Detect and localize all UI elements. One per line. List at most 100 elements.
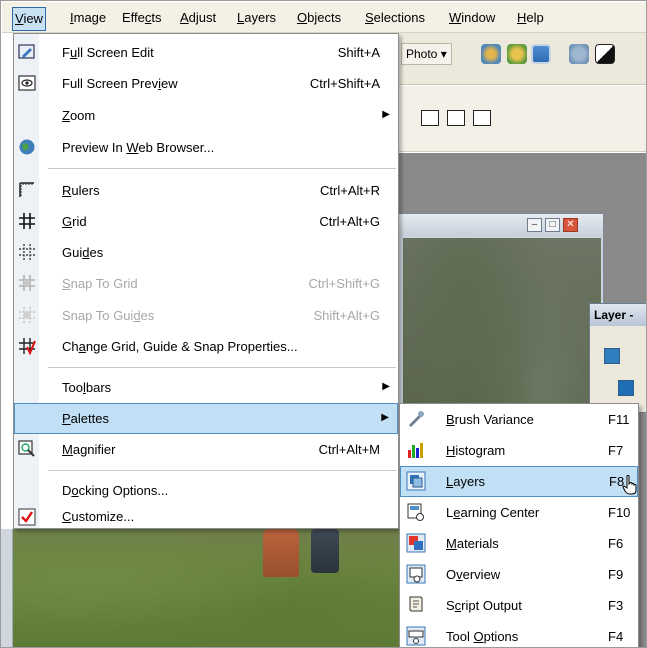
new-layer-icon[interactable] <box>604 348 620 364</box>
menu-window-mnemonic: W <box>449 10 462 25</box>
layer-palette-title[interactable]: Layer - <box>590 304 646 326</box>
submenu-item-overview[interactable]: Overview F9 <box>400 559 638 590</box>
menu-effects[interactable]: Effects <box>120 8 164 30</box>
menu-item-snap-to-guides[interactable]: Snap To Guides Shift+Alt+G <box>14 300 398 331</box>
contrast-icon[interactable] <box>595 44 615 64</box>
menu-window[interactable]: Window <box>447 8 497 30</box>
tool-options-bar <box>399 86 646 152</box>
menu-item-full-screen-edit[interactable]: Full Screen Edit Shift+A <box>14 37 398 68</box>
actual-size-icon[interactable] <box>473 110 491 126</box>
mnemonic-letter: S <box>62 276 71 291</box>
fit-window-icon[interactable] <box>421 110 439 126</box>
menu-item-palettes[interactable]: Palettes ▶ <box>14 403 398 434</box>
submenu-item-brush-variance[interactable]: Brush Variance F11 <box>400 404 638 435</box>
layer-thumbnail-icon[interactable] <box>618 380 634 396</box>
menu-selections[interactable]: Selections <box>363 8 427 30</box>
menu-objects-mnemonic: O <box>297 10 308 25</box>
submenu-item-tool-options[interactable]: Tool Options F4 <box>400 621 638 647</box>
submenu-item-label: Learning Center <box>446 505 540 520</box>
globe-icon <box>19 139 35 155</box>
submenu-item-label: Overview <box>446 567 501 582</box>
submenu-item-materials[interactable]: Materials F6 <box>400 528 638 559</box>
menu-selections-mnemonic: S <box>365 10 374 25</box>
smart-photo-fix-icon[interactable] <box>507 44 527 64</box>
menu-item-rulers[interactable]: Rulers Ctrl+Alt+R <box>14 175 398 206</box>
menu-view[interactable]: View <box>12 7 46 31</box>
mnemonic-letter: G <box>62 214 73 229</box>
mnemonic-letter: d <box>82 245 90 260</box>
menu-item-label: Rulers <box>62 183 100 198</box>
submenu-item-layers[interactable]: Layers F8 <box>400 466 638 497</box>
mnemonic-letter: C <box>62 509 72 524</box>
menu-item-label: Full Screen Preview <box>62 76 178 91</box>
menu-objects[interactable]: Objects <box>295 8 343 30</box>
menu-item-preview-web-browser[interactable]: Preview In Web Browser... <box>14 132 398 163</box>
menu-help-rest: elp <box>526 10 544 25</box>
snap-guides-icon <box>19 307 35 323</box>
menu-separator <box>48 168 396 169</box>
menu-adjust-rest: djust <box>188 10 217 25</box>
submenu-item-label: Materials <box>446 536 499 551</box>
color-balance-icon[interactable] <box>569 44 589 64</box>
menu-window-rest: indow <box>461 10 496 25</box>
submenu-arrow-icon: ▶ <box>382 381 390 392</box>
submenu-item-learning-center[interactable]: Learning Center F10 <box>400 497 638 528</box>
photo-figure <box>263 529 299 577</box>
submenu-item-shortcut: F6 <box>608 536 624 551</box>
photo-toolbar: Photo ▾ <box>399 33 646 85</box>
close-button[interactable]: ✕ <box>563 218 578 232</box>
submenu-item-shortcut: F11 <box>608 412 630 427</box>
menu-item-grid[interactable]: Grid Ctrl+Alt+G <box>14 206 398 237</box>
menu-item-guides[interactable]: Guides <box>14 237 398 268</box>
mnemonic-letter: a <box>78 339 86 354</box>
snap-grid-icon <box>19 275 35 291</box>
menu-item-label: Change Grid, Guide & Snap Properties... <box>62 339 298 354</box>
menu-item-label: Zoom <box>62 108 96 123</box>
one-step-photo-fix-icon[interactable] <box>481 44 501 64</box>
menu-item-label: Snap To Grid <box>62 276 138 291</box>
menu-adjust[interactable]: Adjust <box>178 8 218 30</box>
menu-item-shortcut: Shift+Alt+G <box>313 308 380 323</box>
menu-effects-rest: ts <box>151 10 162 25</box>
maximize-button[interactable]: □ <box>545 218 560 232</box>
menu-item-magnifier[interactable]: Magnifier Ctrl+Alt+M <box>14 434 398 465</box>
menu-item-customize[interactable]: Customize... <box>14 505 398 529</box>
submenu-arrow-icon: ▶ <box>381 412 389 423</box>
view-menu: Full Screen Edit Shift+A Full Screen Pre… <box>13 33 399 529</box>
menu-layers[interactable]: Layers <box>235 8 278 30</box>
menu-help[interactable]: Help <box>515 8 555 30</box>
menu-item-full-screen-preview[interactable]: Full Screen Preview Ctrl+Shift+A <box>14 68 398 99</box>
submenu-item-shortcut: F4 <box>608 629 624 644</box>
photo-dropdown-label: Photo <box>406 47 438 61</box>
menu-item-label: Snap To Guides <box>62 308 155 323</box>
minimize-button[interactable]: – <box>527 218 542 232</box>
menu-image-rest: mage <box>73 10 107 25</box>
submenu-item-label: Layers <box>446 474 486 489</box>
menu-item-label: Magnifier <box>62 442 116 457</box>
submenu-item-script-output[interactable]: Script Output F3 <box>400 590 638 621</box>
submenu-item-label: Histogram <box>446 443 506 458</box>
mnemonic-letter: H <box>446 443 456 458</box>
mnemonic-letter: O <box>473 629 484 644</box>
menu-item-snap-to-grid[interactable]: Snap To Grid Ctrl+Shift+G <box>14 268 398 299</box>
mnemonic-letter: M <box>446 536 457 551</box>
fit-image-icon[interactable] <box>447 110 465 126</box>
photo-frame-icon[interactable] <box>531 44 551 64</box>
submenu-item-histogram[interactable]: Histogram F7 <box>400 435 638 466</box>
magnifier-icon <box>18 440 35 457</box>
menu-image[interactable]: Image <box>68 8 108 30</box>
menu-item-zoom[interactable]: Zoom ▶ <box>14 100 398 131</box>
full-screen-edit-icon <box>18 44 35 59</box>
menu-item-toolbars[interactable]: Toolbars ▶ <box>14 372 398 403</box>
photo-dropdown[interactable]: Photo ▾ <box>401 43 452 65</box>
script-output-icon <box>409 596 423 612</box>
mnemonic-letter: Z <box>62 108 70 123</box>
grid-icon <box>19 213 35 229</box>
submenu-item-label: Brush Variance <box>446 412 534 427</box>
menu-item-change-grid-properties[interactable]: Change Grid, Guide & Snap Properties... <box>14 331 398 362</box>
image-window-titlebar[interactable]: – □ ✕ <box>399 214 603 236</box>
menu-item-label: Toolbars <box>62 380 112 395</box>
menu-item-docking-options[interactable]: Docking Options... <box>14 475 398 506</box>
menu-item-shortcut: Ctrl+Shift+G <box>308 276 380 291</box>
mnemonic-letter: M <box>62 442 73 457</box>
